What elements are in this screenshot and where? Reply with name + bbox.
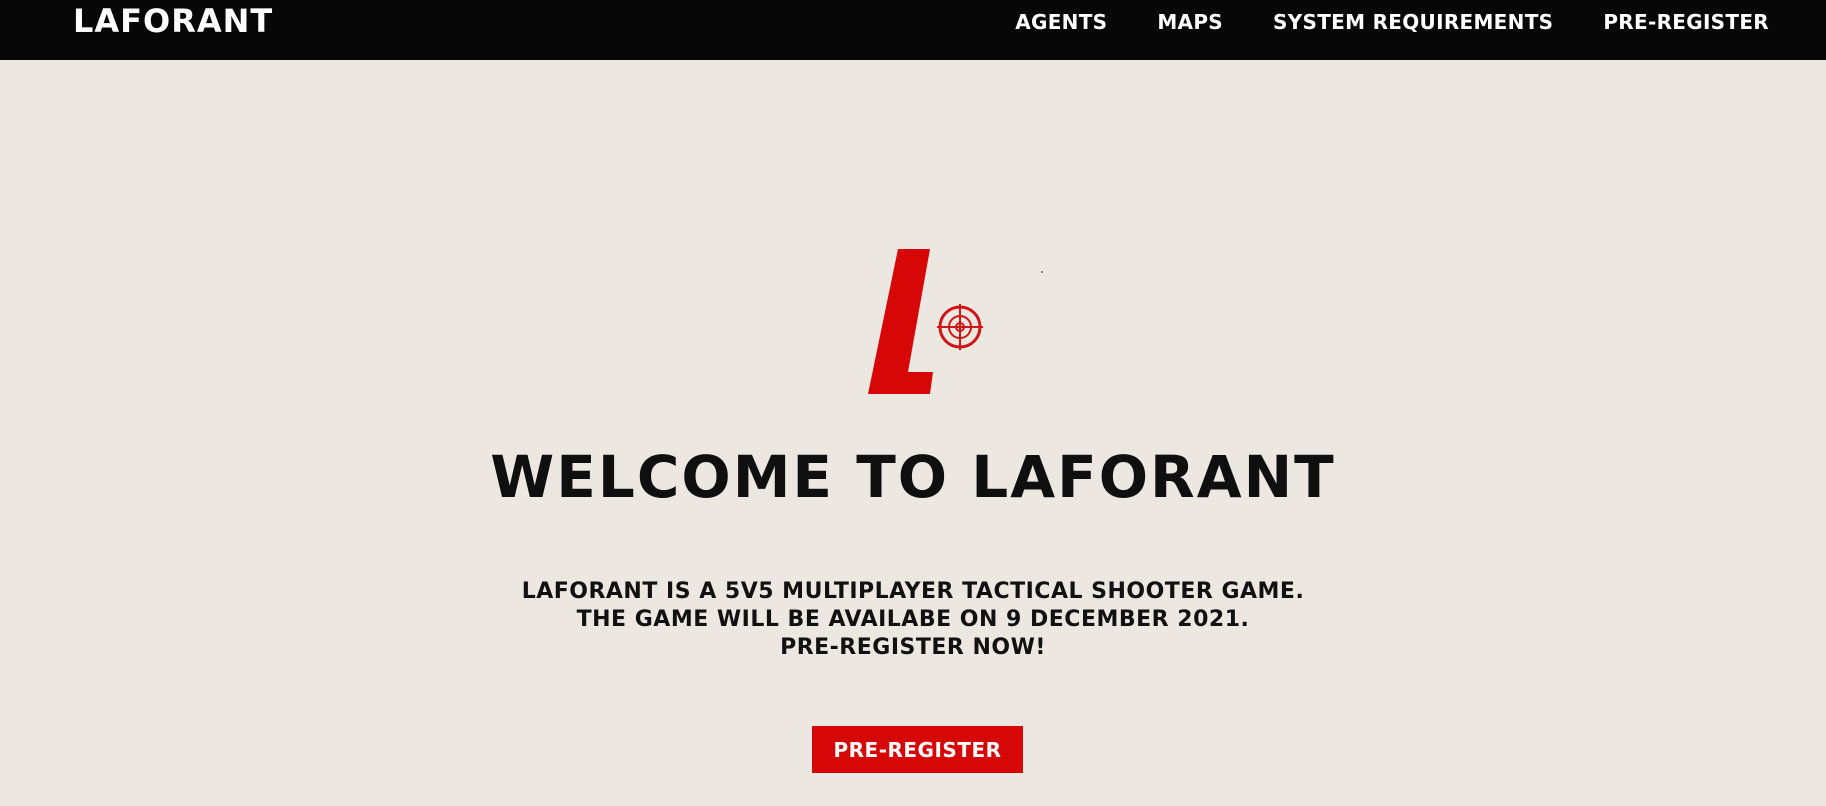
hero-description-line: LAFORANT IS A 5V5 MULTIPLAYER TACTICAL S… [521, 579, 1305, 604]
nav-link-system-requirements[interactable]: SYSTEM REQUIREMENTS [1273, 10, 1553, 34]
brand-logo-link[interactable]: LAFORANT [73, 2, 273, 40]
nav-link-agents[interactable]: AGENTS [1015, 10, 1107, 34]
hero-description-line: THE GAME WILL BE AVAILABE ON 9 DECEMBER … [576, 607, 1250, 632]
top-navbar: LAFORANT AGENTS MAPS SYSTEM REQUIREMENTS… [0, 0, 1826, 60]
laforant-l-icon [868, 249, 983, 394]
hero-logo [858, 245, 988, 395]
decorative-dot [1041, 271, 1043, 273]
page-title: WELCOME TO LAFORANT [490, 443, 1336, 511]
nav-links: AGENTS MAPS SYSTEM REQUIREMENTS PRE-REGI… [965, 0, 1769, 44]
hero-description-line: PRE-REGISTER NOW! [780, 635, 1046, 660]
nav-link-maps[interactable]: MAPS [1157, 10, 1223, 34]
hero-description: LAFORANT IS A 5V5 MULTIPLAYER TACTICAL S… [0, 578, 1826, 662]
crosshair-icon [937, 304, 983, 350]
pre-register-button[interactable]: PRE-REGISTER [812, 726, 1023, 773]
nav-link-pre-register[interactable]: PRE-REGISTER [1603, 10, 1769, 34]
